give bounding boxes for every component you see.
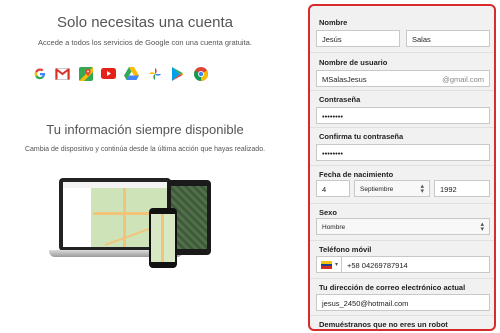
- gender-label: Sexo: [319, 208, 337, 217]
- gender-value: Hombre: [322, 224, 346, 231]
- select-arrows-icon: ▴ ▾: [420, 183, 424, 195]
- phone-input[interactable]: +58 04269787914: [341, 256, 490, 273]
- maps-icon: [78, 66, 93, 81]
- current-email-input[interactable]: jesus_2450@hotmail.com: [316, 294, 490, 311]
- birthdate-label: Fecha de nacimiento: [319, 170, 394, 179]
- gender-select[interactable]: Hombre ▴ ▾: [316, 218, 490, 235]
- app-icons-row: [32, 66, 208, 81]
- username-value: MSalasJesus: [322, 75, 367, 84]
- password-input[interactable]: ••••••••: [316, 107, 490, 124]
- photos-icon: [147, 66, 162, 81]
- chevron-down-icon: ▾: [334, 262, 338, 268]
- promo-section: Solo necesitas una cuenta Accede a todos…: [0, 0, 300, 333]
- confirm-password-input[interactable]: ••••••••: [316, 144, 490, 161]
- drive-icon: [124, 66, 139, 81]
- select-arrows-icon: ▴ ▾: [480, 221, 484, 233]
- venezuela-flag-icon: [321, 261, 332, 270]
- username-input[interactable]: MSalasJesus @gmail.com: [316, 70, 490, 87]
- captcha-label: Demuéstranos que no eres un robot: [319, 320, 448, 329]
- username-suffix: @gmail.com: [442, 75, 484, 84]
- promo-title-2: Tu información siempre disponible: [46, 122, 244, 137]
- phone-image: [149, 208, 177, 268]
- phone-label: Teléfono móvil: [319, 245, 372, 254]
- birth-year-input[interactable]: 1992: [434, 180, 490, 197]
- youtube-icon: [101, 66, 116, 81]
- signup-form: Nombre Jesús Salas Nombre de usuario MSa…: [308, 4, 496, 331]
- gmail-icon: [55, 66, 70, 81]
- birth-month-select[interactable]: Septiembre ▴ ▾: [354, 180, 430, 197]
- chrome-icon: [193, 66, 208, 81]
- devices-illustration: [45, 170, 245, 275]
- play-icon: [170, 66, 185, 81]
- birth-day-input[interactable]: 4: [316, 180, 350, 197]
- promo-subtitle-1: Accede a todos los servicios de Google c…: [38, 38, 252, 47]
- first-name-input[interactable]: Jesús: [316, 30, 400, 47]
- name-label: Nombre: [319, 18, 348, 27]
- google-icon: [32, 66, 47, 81]
- birth-month-value: Septiembre: [360, 186, 394, 193]
- country-flag-select[interactable]: ▾: [316, 256, 342, 273]
- promo-subtitle-2: Cambia de dispositivo y continúa desde l…: [24, 146, 266, 153]
- confirm-password-label: Confirma tu contraseña: [319, 132, 404, 141]
- username-label: Nombre de usuario: [319, 58, 388, 67]
- password-label: Contraseña: [319, 95, 361, 104]
- email-label: Tu dirección de correo electrónico actua…: [319, 283, 466, 292]
- promo-title-1: Solo necesitas una cuenta: [57, 14, 233, 31]
- last-name-input[interactable]: Salas: [406, 30, 490, 47]
